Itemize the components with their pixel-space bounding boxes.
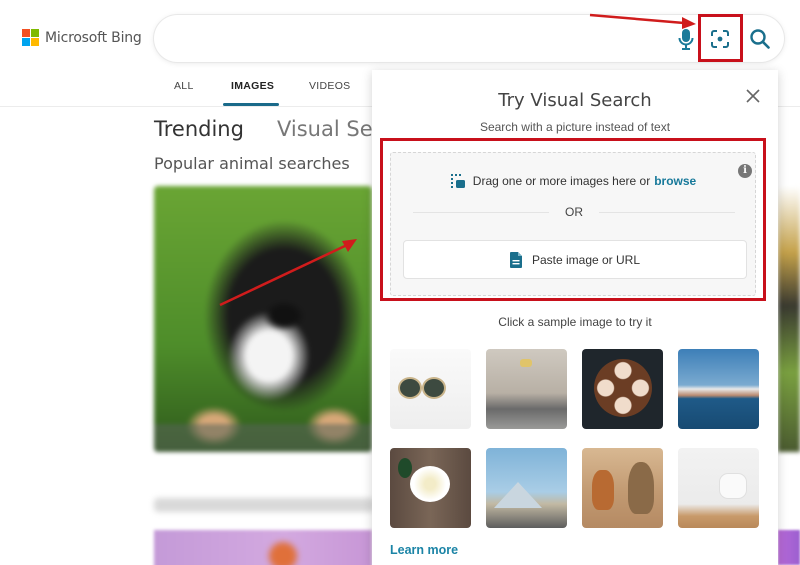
tab-all[interactable]: ALL	[174, 80, 194, 92]
panel-title: Try Visual Search	[498, 90, 652, 111]
panel-subtitle: Search with a picture instead of text	[479, 120, 671, 134]
sample-image-dogs[interactable]	[582, 448, 663, 528]
sample-images-label: Click a sample image to try it	[498, 315, 652, 329]
blurred-section-title	[154, 498, 374, 512]
close-icon[interactable]	[745, 88, 761, 104]
sample-image-coffee[interactable]	[582, 349, 663, 429]
sample-image-sydney-opera-house[interactable]	[678, 349, 759, 429]
bing-logo[interactable]: Microsoft Bing	[22, 29, 142, 46]
sample-image-dining-room[interactable]	[486, 349, 567, 429]
image-card[interactable]	[778, 530, 800, 565]
tab-videos[interactable]: VIDEOS	[309, 80, 350, 92]
annotation-highlight-box	[698, 14, 743, 62]
microsoft-logo-icon	[22, 29, 39, 46]
active-tab-indicator	[223, 103, 279, 106]
search-input[interactable]	[174, 27, 654, 51]
section-title: Popular animal searches	[154, 154, 350, 173]
learn-more-link[interactable]: Learn more	[390, 543, 458, 557]
search-icon[interactable]	[749, 28, 771, 50]
logo-text: Microsoft Bing	[45, 29, 142, 46]
image-card[interactable]	[154, 530, 372, 565]
image-card[interactable]	[778, 186, 800, 452]
sample-image-chair[interactable]	[678, 448, 759, 528]
sample-image-sunglasses[interactable]	[390, 349, 471, 429]
annotation-arrow	[219, 239, 357, 307]
trending-tab[interactable]: Trending	[154, 117, 244, 141]
tab-images[interactable]: IMAGES	[231, 80, 274, 92]
sample-images-grid	[390, 349, 761, 528]
annotation-arrow	[589, 13, 696, 29]
annotation-highlight-box	[380, 138, 766, 301]
dog-image-caption	[154, 424, 372, 452]
dog-image-card[interactable]	[154, 186, 372, 452]
visual-search-panel: Try Visual Search Search with a picture …	[372, 70, 778, 565]
visual-search-tab[interactable]: Visual Sea	[277, 117, 386, 141]
sample-image-louvre[interactable]	[486, 448, 567, 528]
sample-image-white-rose[interactable]	[390, 448, 471, 528]
microphone-icon[interactable]	[678, 27, 694, 51]
